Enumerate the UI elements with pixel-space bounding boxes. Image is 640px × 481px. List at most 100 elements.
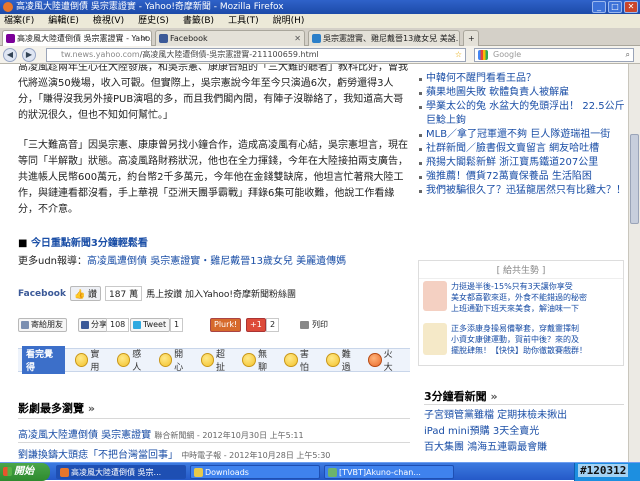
back-arrow-icon[interactable]: ◀ bbox=[3, 48, 17, 62]
taskbar: 開始 高凌風大陸遭倒債 吳宗... Downloads [TVBT]Akuno-… bbox=[0, 462, 640, 481]
maximize-button[interactable]: □ bbox=[608, 1, 622, 13]
mood-label: 看完覺得 bbox=[22, 346, 65, 374]
close-tab-icon[interactable]: ✕ bbox=[294, 31, 301, 46]
popular-item-title[interactable]: 高凌風大陸遭倒債 吳宗憲證實 bbox=[18, 430, 151, 441]
windows-flag-icon bbox=[3, 467, 12, 476]
email-share-label: 寄給朋友 bbox=[31, 320, 63, 329]
forward-arrow-icon[interactable]: ▶ bbox=[22, 48, 36, 62]
task-firefox[interactable]: 高凌風大陸遭倒債 吳宗... bbox=[56, 465, 186, 479]
start-label: 開始 bbox=[14, 466, 34, 477]
reload-icon[interactable] bbox=[468, 48, 472, 62]
tab-udn[interactable]: 吳宗憲證實、雞尼戴晉13歲女兒 美話... ✕ bbox=[308, 30, 460, 46]
sidebar-headline[interactable]: 社群新聞／臉書假文賣留言 網友哈吐槽 bbox=[418, 142, 628, 156]
news3-title: 3分鐘看新聞 » bbox=[424, 388, 498, 404]
sidebar-headline[interactable]: 我們被騙很久了？迅猛龍居然只有比雞大？！ bbox=[418, 184, 628, 198]
firefox-icon bbox=[60, 468, 69, 477]
url-bar[interactable]: tw.news.yahoo.com/高凌風大陸遭倒債-吳宗憲證實-2111006… bbox=[46, 48, 466, 62]
popular-item-meta: 聯合新聞網 - 2012年10月30日 上午5:11 bbox=[154, 431, 304, 440]
popular-item-title[interactable]: 劉謙換鑄大頭痣「不把台灣當回事」 bbox=[18, 450, 178, 461]
gplus-button[interactable]: +1 bbox=[246, 318, 266, 332]
ad-link[interactable]: 擺脫肆無！【快快】助你徹散賽戲群！ bbox=[451, 345, 621, 356]
smiley-icon bbox=[200, 353, 215, 367]
ad-link[interactable]: 上班通勤下班天來美食，解油味一下 bbox=[451, 303, 621, 314]
video-link-row[interactable]: ■ 今日重點新聞3分鐘輕鬆看 bbox=[18, 234, 148, 249]
sidebar-headline[interactable]: 飛揚大閣鬆新鮮 浙江寶馬鐵道207公里 bbox=[418, 156, 628, 170]
close-tab-icon[interactable]: ✕ bbox=[141, 31, 148, 46]
watermark-label: #120312 bbox=[578, 464, 629, 477]
mood-bar: 看完覺得 實用 感人 開心 超扯 無聊 害怕 難過 火大 bbox=[18, 346, 410, 374]
close-tab-icon[interactable]: ✕ bbox=[449, 31, 456, 46]
magnifier-icon[interactable]: ⌕ bbox=[626, 49, 630, 61]
menu-history[interactable]: 歷史(S) bbox=[138, 14, 169, 28]
sidebar-headline[interactable]: 強推薦！價貨72萬賣保養品 生活陷困 bbox=[418, 170, 628, 184]
tab-label: 吳宗憲證實、雞尼戴晉13歲女兒 美話... bbox=[323, 34, 460, 43]
mood-absurd[interactable]: 超扯 bbox=[200, 347, 234, 373]
email-icon bbox=[21, 321, 29, 329]
menu-view[interactable]: 檢視(V) bbox=[93, 14, 124, 28]
ad-thumbnail-image[interactable] bbox=[423, 323, 447, 355]
ad-link[interactable]: 力挺邊半後-15%只有3天讓你享受 bbox=[451, 281, 621, 292]
sidebar-headline[interactable]: 中韓何不醒門看看王品？ bbox=[418, 72, 628, 86]
sidebar-headlines: 中韓何不醒門看看王品？ 蘋果地圖失敗 軟體負責人被解雇 學業太公的兔 水盆大的免… bbox=[418, 72, 628, 198]
mood-sad[interactable]: 難過 bbox=[326, 347, 359, 373]
double-chevron-icon: » bbox=[87, 402, 95, 415]
print-label: 列印 bbox=[312, 320, 328, 329]
ad-link[interactable]: 美女都喜歡來逛，外食不能錯過的秘密 bbox=[451, 292, 621, 303]
search-input[interactable]: Google ⌕ bbox=[474, 48, 634, 62]
news3-item[interactable]: 百大集團 鴻海五連霸最會賺 bbox=[424, 440, 624, 456]
ad-list-top: 力挺邊半後-15%只有3天讓你享受 美女都喜歡來逛，外食不能錯過的秘密 上班通勤… bbox=[451, 281, 621, 314]
menu-file[interactable]: 檔案(F) bbox=[4, 14, 34, 28]
gplus-label: +1 bbox=[250, 320, 262, 329]
udn-favicon-icon bbox=[312, 34, 321, 43]
menu-edit[interactable]: 編輯(E) bbox=[48, 14, 79, 28]
task-tvbt[interactable]: [TVBT]Akuno-chan... bbox=[324, 465, 454, 479]
ad-link[interactable]: 小資女康健運動，賀前中後？來的及 bbox=[451, 334, 621, 345]
plurk-button[interactable]: Plurk! bbox=[210, 318, 242, 332]
sidebar-headline[interactable]: 學業太公的兔 水盆大的免頭浮出！ 22.5公斤巨鯰上鉤 bbox=[418, 100, 628, 128]
tweet-label: Tweet bbox=[143, 320, 167, 329]
firefox-icon bbox=[3, 2, 13, 12]
video-link[interactable]: 今日重點新聞3分鐘輕鬆看 bbox=[31, 238, 148, 249]
ad-link[interactable]: 正多添康身操易備擊套，穿戴靈擇制 bbox=[451, 323, 621, 334]
more-reports-links[interactable]: 高凌風遭倒債 吳宗憲證實・雞尼戴晉13歲女兒 美麗遺傳媽 bbox=[87, 256, 346, 267]
mood-boring[interactable]: 無聊 bbox=[242, 347, 275, 373]
tweet-button[interactable]: Tweet bbox=[130, 318, 171, 332]
tab-label: 高凌風大陸遭倒債 吳宗憲證實 - Yaho... bbox=[17, 34, 152, 43]
mood-text: 開心 bbox=[174, 350, 184, 373]
window-titlebar: 高凌風大陸遭倒債 吳宗憲證實 - Yahoo!奇摩新聞 - Mozilla Fi… bbox=[0, 0, 640, 14]
minimize-button[interactable]: _ bbox=[592, 1, 606, 13]
email-share-button[interactable]: 寄給朋友 bbox=[18, 318, 67, 332]
news3-item[interactable]: iPad mini預購 3天全賣光 bbox=[424, 424, 624, 440]
popular-item: 劉謙換鑄大頭痣「不把台灣當回事」 中時電子報 - 2012年10月28日 上午5… bbox=[18, 446, 330, 461]
sponsor-title: [ 給共生勢 ] bbox=[419, 261, 623, 279]
mood-angry[interactable]: 火大 bbox=[368, 347, 401, 373]
menu-bookmarks[interactable]: 書籤(B) bbox=[183, 14, 214, 28]
news3-item[interactable]: 子宮頸管黨雖檔 定期抹檢未揪出 bbox=[424, 408, 624, 424]
google-icon bbox=[478, 50, 488, 60]
mood-scared[interactable]: 害怕 bbox=[284, 347, 317, 373]
print-button[interactable]: 列印 bbox=[300, 318, 328, 332]
tab-yahoo-news[interactable]: 高凌風大陸遭倒債 吳宗憲證實 - Yaho... ✕ bbox=[2, 30, 152, 46]
sidebar-headline[interactable]: MLB／拿了冠軍還不夠 巨人隊遊瑞祖一街 bbox=[418, 128, 628, 142]
mood-happy[interactable]: 開心 bbox=[158, 347, 192, 373]
like-text: 讚 bbox=[88, 290, 98, 300]
menu-help[interactable]: 說明(H) bbox=[273, 14, 305, 28]
menu-tools[interactable]: 工具(T) bbox=[228, 14, 259, 28]
close-window-button[interactable]: ✕ bbox=[624, 1, 638, 13]
facebook-like-button[interactable]: 👍 讚 bbox=[69, 286, 102, 301]
navigation-bar: ◀ ▶ tw.news.yahoo.com/高凌風大陸遭倒債-吳宗憲證實-211… bbox=[0, 46, 640, 64]
task-downloads[interactable]: Downloads bbox=[190, 465, 320, 479]
scrollbar-thumb[interactable] bbox=[630, 134, 639, 224]
star-bookmark-icon[interactable]: ☆ bbox=[455, 49, 462, 61]
new-tab-button[interactable]: + bbox=[463, 30, 479, 46]
sidebar-headline[interactable]: 蘋果地圖失敗 軟體負責人被解雇 bbox=[418, 86, 628, 100]
start-button[interactable]: 開始 bbox=[0, 463, 50, 481]
smiley-icon bbox=[116, 353, 131, 367]
tab-facebook[interactable]: Facebook ✕ bbox=[155, 30, 305, 46]
divider bbox=[18, 442, 410, 443]
ad-thumbnail-image[interactable] bbox=[423, 281, 447, 311]
mood-useful[interactable]: 實用 bbox=[74, 347, 108, 373]
smiley-icon bbox=[284, 353, 298, 367]
mood-touching[interactable]: 感人 bbox=[116, 347, 150, 373]
vertical-scrollbar[interactable] bbox=[628, 64, 640, 462]
